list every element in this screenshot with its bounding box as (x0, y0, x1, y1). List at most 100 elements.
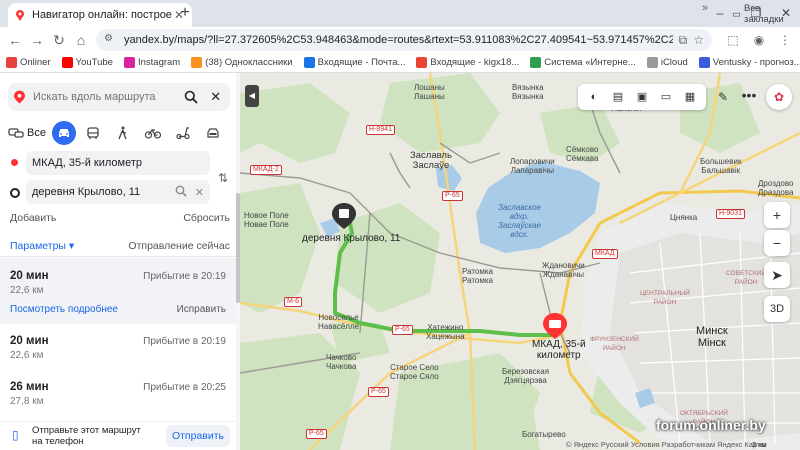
swap-icon[interactable]: ⇅ (218, 171, 228, 185)
parameters-button[interactable]: Параметры ▾ (10, 240, 74, 252)
browser-tab[interactable]: Навигатор онлайн: построение ✕ (8, 3, 192, 27)
close-icon[interactable]: ✕ (208, 88, 225, 106)
bookmark-item[interactable]: iCloud (646, 57, 688, 68)
mode-all[interactable]: Все (8, 122, 48, 144)
zoom-in-button[interactable]: + (764, 202, 790, 228)
bookmark-item[interactable]: Входящие - kigx18... (416, 57, 519, 68)
bookmark-favicon-icon (416, 57, 428, 68)
minimize-icon[interactable]: – (710, 4, 730, 22)
mode-truck[interactable] (200, 122, 226, 144)
more-icon[interactable]: ••• (738, 86, 760, 108)
tilt-3d-button[interactable]: 3D (764, 296, 790, 322)
send-button[interactable]: Отправить (166, 425, 230, 447)
home-icon[interactable]: ⌂ (72, 31, 90, 49)
forward-icon[interactable]: → (28, 31, 46, 49)
road-shield: М-6 (284, 297, 303, 307)
road-shield: Р-65 (306, 429, 327, 439)
new-tab-button[interactable]: + (176, 4, 194, 22)
mode-car[interactable] (52, 121, 76, 145)
route-fix-link[interactable]: Исправить (177, 304, 226, 315)
map-label-khatezhino: Хатежино Хацежына (426, 323, 465, 341)
url-text[interactable]: yandex.by/maps/?ll=27.372605%2C53.948463… (124, 34, 673, 46)
map-label-zhdanovichi: Ждановичи Жданавічы (542, 261, 585, 279)
bookmark-item[interactable]: Ventusky - прогноз... (698, 57, 800, 68)
site-settings-icon[interactable]: ⚙ (104, 33, 118, 47)
to-input[interactable] (32, 186, 175, 198)
add-waypoint-button[interactable]: Добавить (10, 212, 56, 224)
address-bar[interactable]: ⚙ yandex.by/maps/?ll=27.372605%2C53.9484… (96, 29, 712, 51)
map-footer-text[interactable]: © Яндекс Русский Условия Разработчикам Я… (566, 440, 766, 449)
bookmark-favicon-icon (61, 57, 73, 68)
start-dot-icon (11, 159, 18, 166)
bookmark-item[interactable]: (38) Одноклассники (191, 57, 293, 68)
camera-icon[interactable]: ▣ (633, 88, 651, 106)
map-label-staroe-selo: Старое Село Старое Сяло (390, 363, 439, 381)
route-option-2[interactable]: 20 мин Прибытие в 20:19 22,6 км (0, 330, 236, 378)
locate-icon[interactable]: ➤ (764, 262, 790, 288)
waypoint-from[interactable] (26, 151, 210, 175)
extensions-icon[interactable]: ⬚ (724, 31, 742, 49)
road-shield: Р-65 (368, 387, 389, 397)
profile-icon[interactable]: ◉ (750, 31, 768, 49)
user-avatar[interactable]: ✿ (766, 84, 792, 110)
mode-bicycle[interactable] (140, 122, 166, 144)
bookmark-favicon-icon (6, 57, 17, 68)
end-dot-icon (10, 188, 20, 198)
route-option-3[interactable]: 26 мин Прибытие в 20:25 27,8 км (0, 376, 236, 420)
road-shield: Р-65 (442, 191, 463, 201)
bookmark-favicon-icon (303, 57, 315, 68)
start-label: МКАД, 35-й километр (532, 339, 586, 361)
bookmark-item[interactable]: Instagram (123, 57, 180, 68)
collapse-panel-button[interactable]: ◀ (245, 85, 259, 107)
search-icon[interactable] (183, 88, 200, 106)
bookmark-item[interactable]: YouTube (61, 57, 113, 68)
scooter-icon (176, 127, 190, 139)
bookmark-label: Onliner (20, 57, 51, 68)
clear-icon[interactable]: ✕ (195, 186, 204, 199)
waypoint-to[interactable]: ✕ (26, 180, 210, 204)
mode-scooter[interactable] (170, 122, 196, 144)
map-canvas[interactable]: ЛошаныЛашаны ВязынкаВязынка ПолонияПалон… (240, 73, 800, 450)
map-label-reservoir: Заславское вдхр. Заслаўскае вдсх. (498, 203, 541, 239)
bookmarks-more-button[interactable]: » (702, 2, 708, 14)
bookmark-item[interactable]: Входящие - Почта... (303, 57, 405, 68)
map-style-icon[interactable]: ▦ (681, 88, 699, 106)
bookmark-label: YouTube (75, 57, 113, 68)
back-icon[interactable]: ← (6, 31, 24, 49)
reset-button[interactable]: Сбросить (183, 212, 230, 224)
map-label-bolshevik: Большевик Бальшавік (700, 157, 742, 175)
bicycle-icon (145, 128, 161, 139)
route-details-link[interactable]: Посмотреть подробнее (10, 304, 118, 315)
panorama-icon[interactable]: ▤ (609, 88, 627, 106)
bookmark-label: Система «Интерне... (544, 57, 636, 68)
transit-icon[interactable]: ▭ (657, 88, 675, 106)
folder-icon: ▭ (732, 8, 741, 20)
install-icon[interactable]: ⧉ (679, 33, 688, 48)
bookmark-star-icon[interactable]: ☆ (693, 33, 704, 47)
map-label-drozdovo: Дроздово Драздова (758, 179, 794, 197)
mode-transit[interactable] (80, 122, 106, 144)
map-scale: 3 км (752, 440, 767, 449)
reload-icon[interactable]: ↻ (50, 31, 68, 49)
mode-walk[interactable] (110, 122, 136, 144)
bookmark-item[interactable]: Onliner (6, 57, 51, 68)
yandex-maps-icon (16, 10, 24, 21)
send-to-phone-bar: ▯ Отправьте этот маршрут на телефон Отпр… (0, 421, 236, 450)
map-label-chachkovo: Чачково Чачкова (326, 353, 357, 371)
departure-button[interactable]: Отправление сейчас (128, 240, 230, 252)
map-label-novoselye: Новоселье Навасёлле (318, 313, 360, 331)
menu-icon[interactable]: ⋮ (776, 31, 794, 49)
layers-icon[interactable]: ◐ (585, 88, 603, 106)
zoom-out-button[interactable]: − (764, 230, 790, 256)
bookmark-item[interactable]: Система «Интерне... (530, 57, 636, 68)
route-distance: 22,6 км (10, 285, 44, 296)
waypoint-actions: Добавить Сбросить (10, 212, 230, 224)
search-icon[interactable] (175, 185, 187, 200)
route-search-input[interactable] (33, 91, 175, 103)
divider (0, 256, 240, 257)
all-bookmarks-button[interactable]: ▭ Все закладки (732, 3, 800, 25)
ruler-icon[interactable]: ✎ (712, 86, 734, 108)
route-search: ✕ (8, 83, 230, 111)
from-input[interactable] (32, 157, 204, 169)
route-option-1[interactable]: 20 мин Прибытие в 20:19 22,6 км Посмотре… (0, 258, 236, 324)
